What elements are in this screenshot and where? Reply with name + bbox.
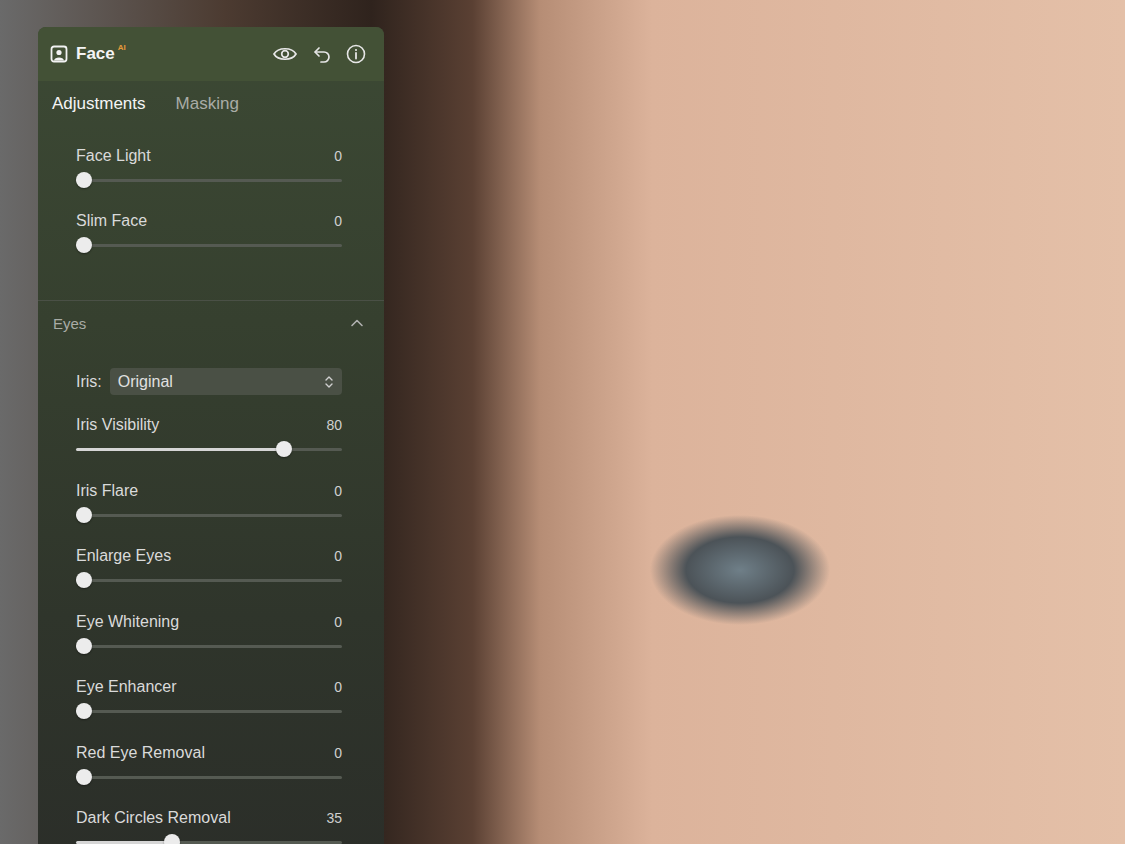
- updown-icon: [324, 375, 334, 389]
- slider-value: 35: [326, 810, 342, 826]
- slider-value: 0: [334, 213, 342, 229]
- panel-header: Face AI: [38, 27, 384, 81]
- slider-label: Dark Circles Removal: [76, 809, 231, 827]
- slider-label: Iris Visibility: [76, 416, 159, 434]
- info-icon[interactable]: [346, 44, 366, 64]
- slider-knob[interactable]: [76, 703, 92, 719]
- slider-row: Eye Whitening 0: [76, 612, 342, 678]
- slider-knob[interactable]: [76, 172, 92, 188]
- slider-value: 0: [334, 148, 342, 164]
- track-line: [84, 244, 342, 247]
- slider-row: Enlarge Eyes 0: [76, 546, 342, 612]
- slider-row: Red Eye Removal 0: [76, 743, 342, 809]
- slider-label: Face Light: [76, 147, 151, 165]
- slider-row: Face Light 0: [76, 146, 342, 211]
- slider-track[interactable]: [76, 572, 342, 590]
- chevron-up-icon: [350, 318, 364, 328]
- slider-knob[interactable]: [76, 237, 92, 253]
- panel-title: Face: [76, 44, 115, 64]
- slider-label: Red Eye Removal: [76, 744, 205, 762]
- slider-row: Slim Face 0: [76, 211, 342, 276]
- tab[interactable]: Masking: [176, 94, 239, 114]
- iris-row: Iris: Original: [76, 368, 342, 395]
- slider-track[interactable]: [76, 441, 342, 459]
- iris-dropdown[interactable]: Original: [110, 368, 342, 395]
- eyes-section: Eyes Iris: Original Iris Visibility 80 I…: [38, 301, 384, 844]
- section-header[interactable]: Eyes: [38, 301, 384, 345]
- slider-row: Eye Enhancer 0: [76, 677, 342, 743]
- slider-value: 0: [334, 548, 342, 564]
- slider-value: 0: [334, 679, 342, 695]
- slider-track[interactable]: [76, 507, 342, 525]
- eye-icon[interactable]: [272, 45, 298, 63]
- slider-track[interactable]: [76, 638, 342, 656]
- dropdown-value: Original: [118, 373, 173, 391]
- slider-label: Eye Enhancer: [76, 678, 177, 696]
- slider-fill: [76, 448, 284, 451]
- slider-fill: [76, 841, 172, 844]
- slider-track[interactable]: [76, 237, 342, 255]
- slider-value: 0: [334, 483, 342, 499]
- slider-value: 80: [326, 417, 342, 433]
- slider-knob[interactable]: [164, 834, 180, 844]
- track-line: [84, 710, 342, 713]
- portrait-icon: [50, 45, 68, 63]
- slider-track[interactable]: [76, 769, 342, 787]
- slider-row: Dark Circles Removal 35: [76, 808, 342, 844]
- face-panel: Face AI Adjustments Masking Face Light 0 …: [38, 27, 384, 844]
- track-line: [84, 514, 342, 517]
- face-sliders: Face Light 0 Slim Face 0: [38, 127, 384, 301]
- slider-row: Iris Flare 0: [76, 481, 342, 547]
- track-line: [84, 645, 342, 648]
- track-line: [84, 579, 342, 582]
- tab[interactable]: Adjustments: [52, 94, 146, 114]
- slider-track[interactable]: [76, 703, 342, 721]
- slider-knob[interactable]: [76, 769, 92, 785]
- slider-track[interactable]: [76, 834, 342, 844]
- slider-row: Iris Visibility 80: [76, 415, 342, 481]
- slider-knob[interactable]: [76, 572, 92, 588]
- slider-label: Slim Face: [76, 212, 147, 230]
- editor-screen: Face AI Adjustments Masking Face Light 0 …: [0, 0, 1125, 844]
- track-line: [84, 776, 342, 779]
- track-line: [84, 179, 342, 182]
- slider-knob[interactable]: [76, 638, 92, 654]
- slider-knob[interactable]: [76, 507, 92, 523]
- undo-icon[interactable]: [312, 44, 332, 64]
- slider-label: Eye Whitening: [76, 613, 179, 631]
- slider-track[interactable]: [76, 172, 342, 190]
- iris-label: Iris:: [76, 373, 102, 391]
- slider-value: 0: [334, 614, 342, 630]
- tab-bar: Adjustments Masking: [38, 81, 384, 127]
- slider-value: 0: [334, 745, 342, 761]
- ai-badge: AI: [118, 43, 126, 52]
- eye-sliders: Iris Visibility 80 Iris Flare 0 Enlarge …: [38, 415, 384, 844]
- slider-knob[interactable]: [276, 441, 292, 457]
- slider-label: Enlarge Eyes: [76, 547, 171, 565]
- section-title: Eyes: [53, 315, 86, 332]
- slider-label: Iris Flare: [76, 482, 138, 500]
